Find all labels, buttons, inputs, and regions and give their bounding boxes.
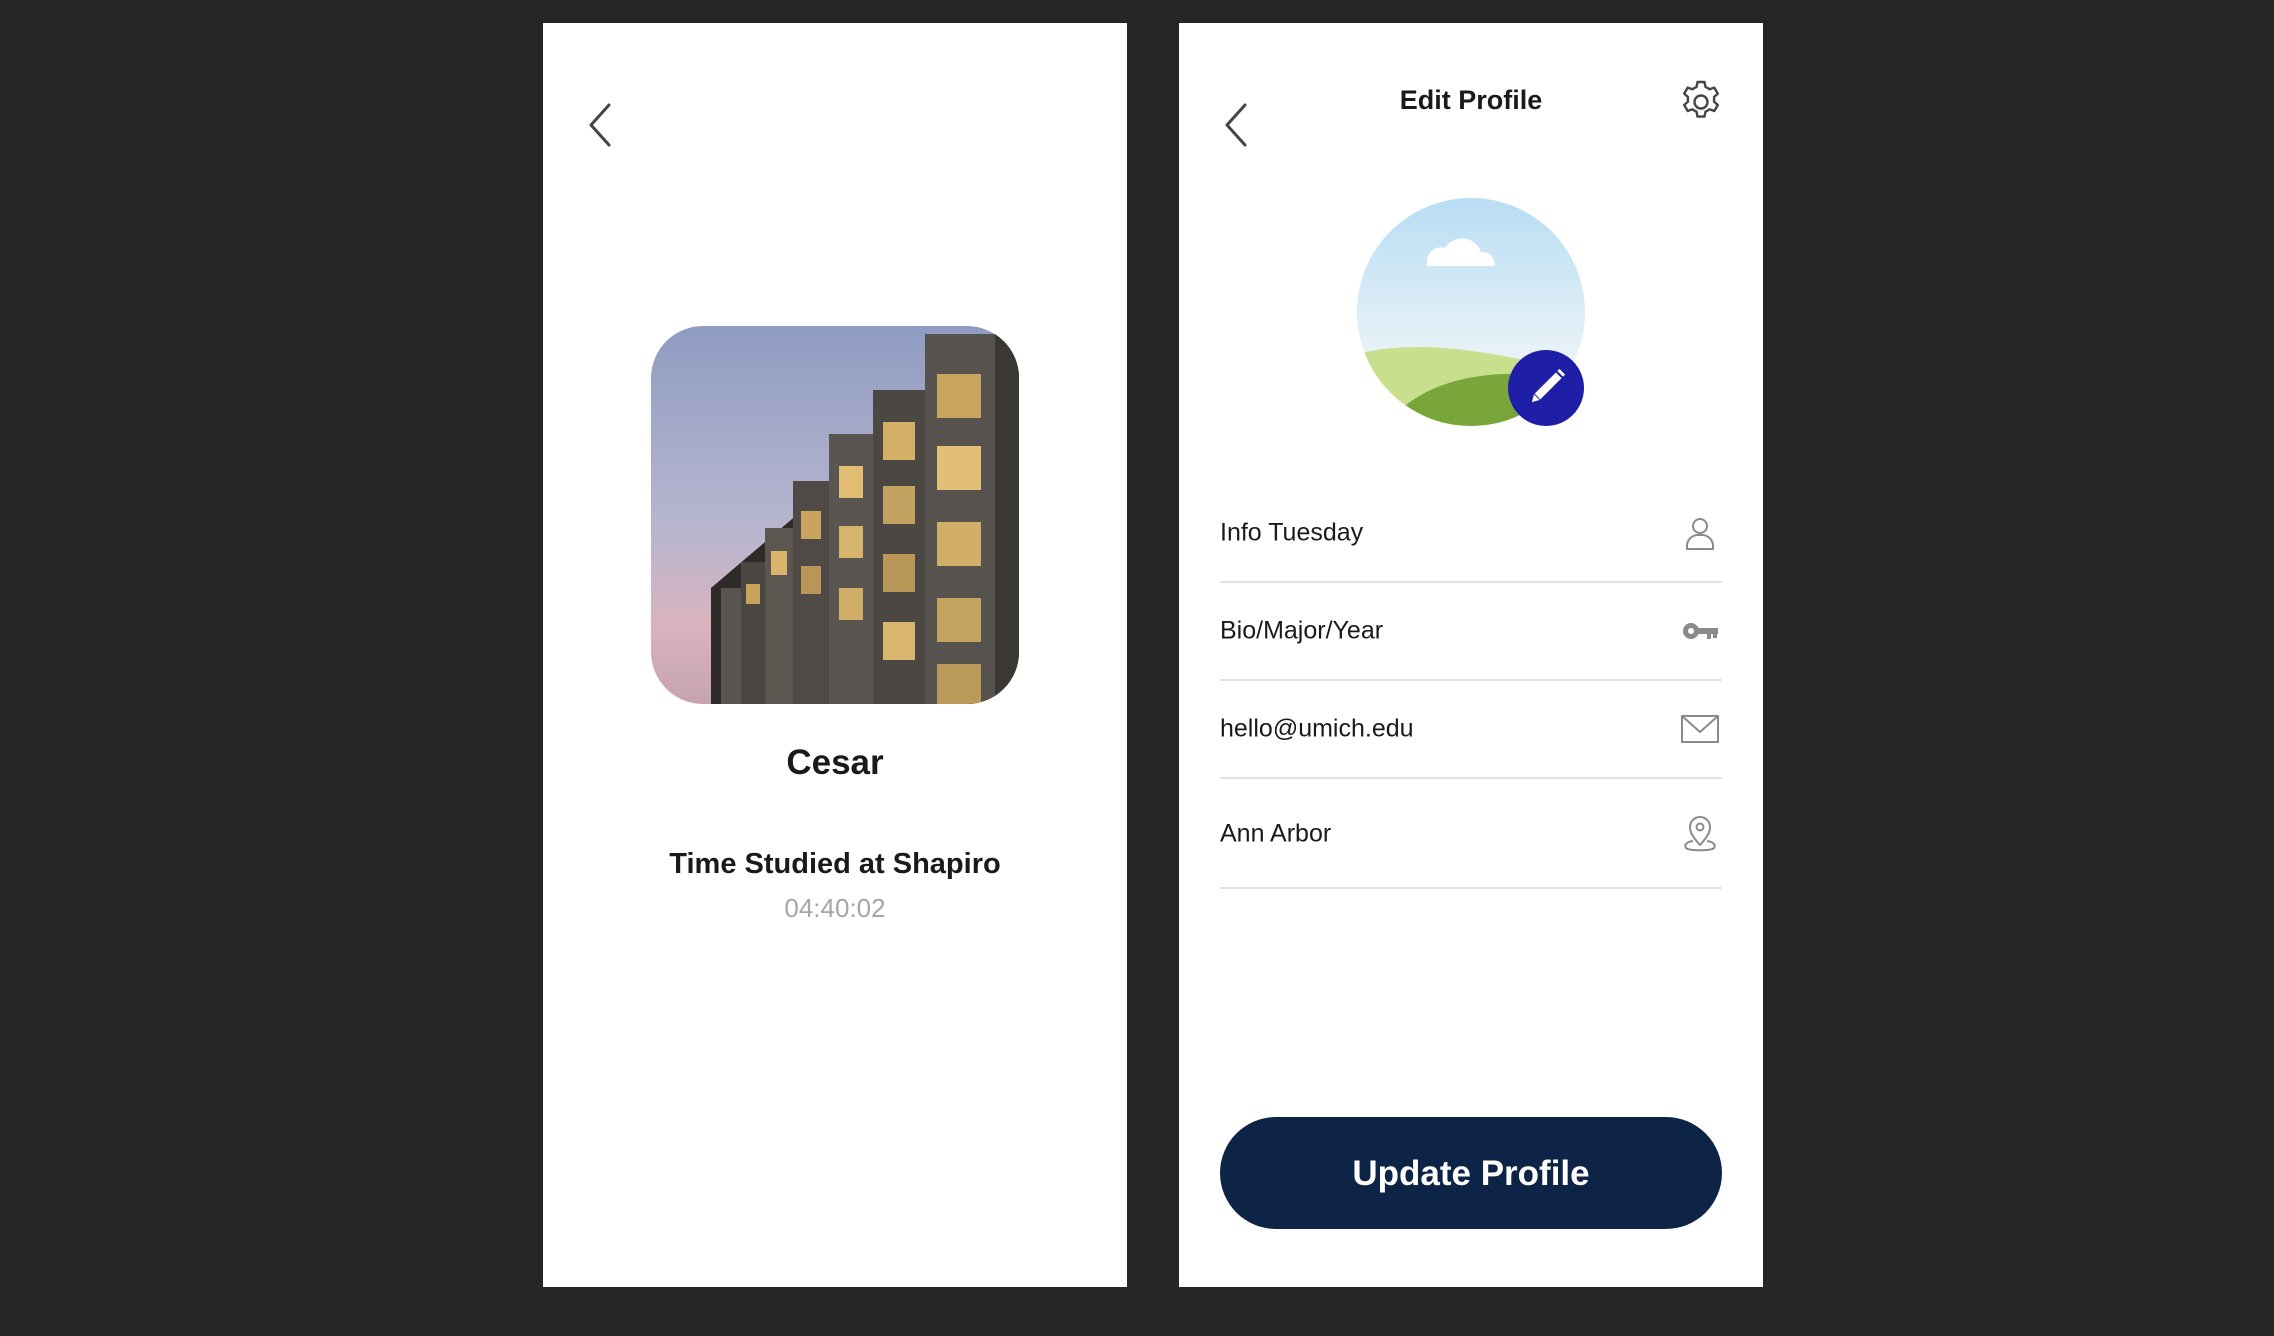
user-icon (1680, 513, 1720, 553)
bio-field[interactable]: Bio/Major/Year (1220, 583, 1722, 681)
key-icon (1680, 611, 1720, 651)
pencil-icon (1531, 368, 1566, 403)
building-photo (651, 326, 1019, 704)
page-title: Edit Profile (1399, 85, 1543, 115)
name-field[interactable]: Info Tuesday (1220, 485, 1722, 583)
email-field[interactable]: hello@umich.edu (1220, 681, 1722, 779)
user-name: Cesar (786, 743, 884, 782)
profile-photo (651, 326, 1019, 704)
time-studied-value: 04:40:02 (784, 893, 886, 923)
bio-field-value: Bio/Major/Year (1220, 616, 1384, 645)
mail-icon (1680, 709, 1720, 749)
time-studied-heading: Time Studied at Shapiro (669, 848, 1001, 880)
settings-button[interactable] (1677, 78, 1725, 126)
profile-screen: Cesar Time Studied at Shapiro 04:40:02 (543, 23, 1127, 1287)
location-field-value: Ann Arbor (1220, 819, 1332, 848)
back-button[interactable] (581, 99, 621, 151)
edit-profile-screen: Edit Profile Info Tuesday Bio/Major/Year… (1179, 23, 1763, 1287)
email-field-value: hello@umich.edu (1220, 714, 1414, 743)
update-profile-button[interactable]: Update Profile (1220, 1117, 1722, 1229)
location-pin-icon (1680, 814, 1720, 854)
name-field-value: Info Tuesday (1220, 518, 1364, 547)
location-field[interactable]: Ann Arbor (1220, 781, 1722, 889)
gear-icon (1683, 80, 1719, 118)
chevron-left-icon (589, 103, 611, 147)
edit-avatar-button[interactable] (1508, 350, 1584, 426)
